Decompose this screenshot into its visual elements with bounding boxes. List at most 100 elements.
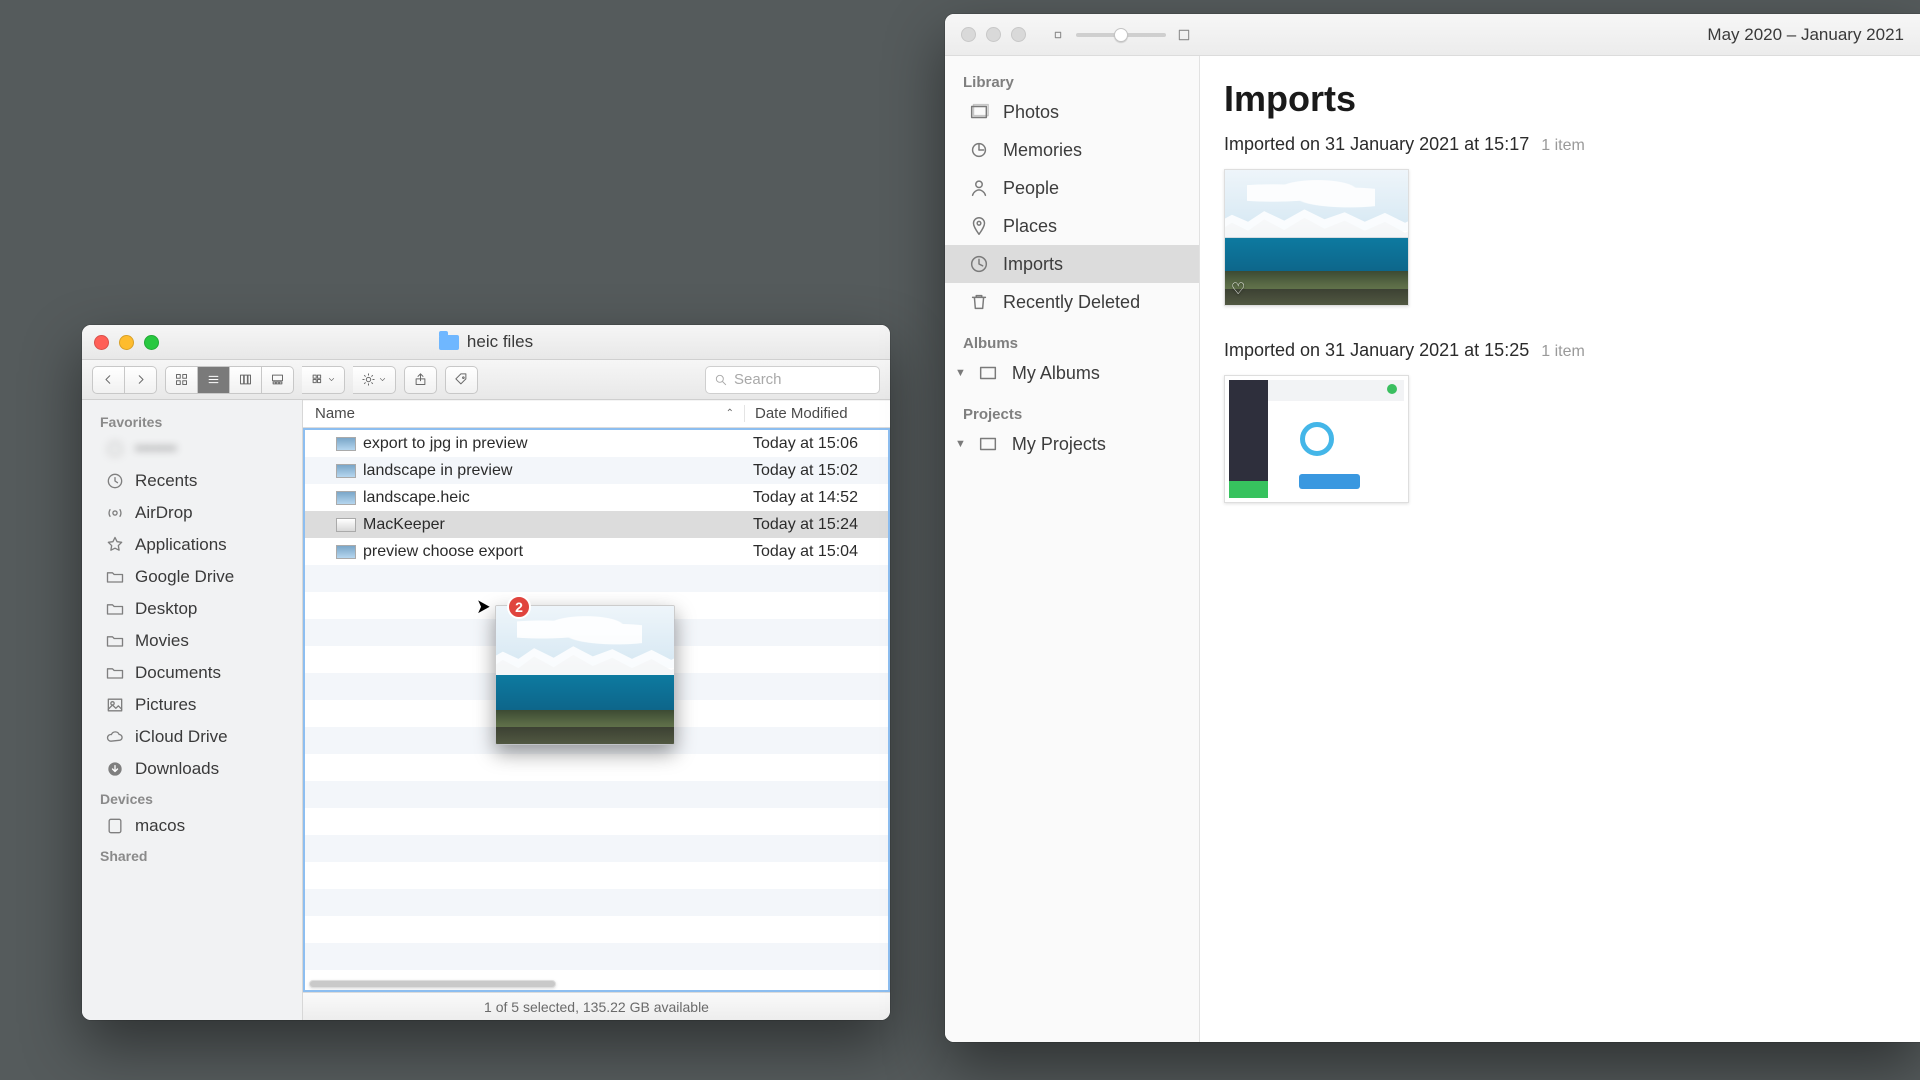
- image-file-icon: [335, 491, 357, 505]
- window-title: heic files: [82, 332, 890, 352]
- minimize-button[interactable]: [986, 27, 1001, 42]
- sidebar-item-airdrop[interactable]: AirDrop: [90, 497, 302, 529]
- photos-sidebar[interactable]: Library Photos Memories People Places Im…: [945, 56, 1200, 1042]
- sidebar-item-applications[interactable]: Applications: [90, 529, 302, 561]
- sidebar-item-desktop[interactable]: Desktop: [90, 593, 302, 625]
- file-row[interactable]: landscape.heic Today at 14:52: [305, 484, 888, 511]
- sidebar-item-myprojects[interactable]: ▼ My Projects: [945, 425, 1199, 463]
- file-name: MacKeeper: [363, 516, 743, 534]
- favorite-icon[interactable]: ♡: [1231, 279, 1245, 299]
- zoom-button[interactable]: [144, 335, 159, 350]
- column-date-label: Date Modified: [755, 405, 848, 422]
- sidebar-item-pictures[interactable]: Pictures: [90, 689, 302, 721]
- close-button[interactable]: [94, 335, 109, 350]
- sidebar-item-label: Movies: [135, 631, 189, 651]
- folder-icon: [104, 566, 126, 588]
- applications-icon: [104, 534, 126, 556]
- column-name[interactable]: Name ⌃: [303, 405, 745, 422]
- downloads-icon: [104, 758, 126, 780]
- favorites-header: Favorites: [90, 408, 302, 433]
- folder-icon: [104, 630, 126, 652]
- places-icon: [967, 214, 991, 238]
- view-gallery-button[interactable]: [262, 366, 294, 394]
- disk-icon: [104, 815, 126, 837]
- sidebar-item-people[interactable]: People: [945, 169, 1199, 207]
- image-file-icon: [335, 518, 357, 532]
- image-file-icon: [335, 437, 357, 451]
- finder-body: Favorites ••••••• Recents AirDrop Applic…: [82, 400, 890, 1020]
- photo-thumbnail[interactable]: ♡: [1224, 169, 1409, 306]
- close-button[interactable]: [961, 27, 976, 42]
- sidebar-item-recently-deleted[interactable]: Recently Deleted: [945, 283, 1199, 321]
- sidebar-item-documents[interactable]: Documents: [90, 657, 302, 689]
- disclosure-triangle-icon[interactable]: ▼: [955, 438, 966, 450]
- albums-header: Albums: [945, 331, 1199, 354]
- sidebar-item-label: Imports: [1003, 254, 1063, 275]
- file-list[interactable]: export to jpg in preview Today at 15:06 …: [303, 428, 890, 992]
- file-row[interactable]: landscape in preview Today at 15:02: [305, 457, 888, 484]
- sidebar-item-googledrive[interactable]: Google Drive: [90, 561, 302, 593]
- traffic-lights: [94, 335, 159, 350]
- arrange-button[interactable]: [302, 366, 345, 394]
- disclosure-triangle-icon[interactable]: ▼: [955, 367, 966, 379]
- file-row[interactable]: export to jpg in preview Today at 15:06: [305, 430, 888, 457]
- minimize-button[interactable]: [119, 335, 134, 350]
- empty-row: [305, 592, 888, 619]
- sidebar-item-macos[interactable]: macos: [90, 810, 302, 842]
- scrollbar-thumb[interactable]: [309, 980, 556, 988]
- sidebar-item-icloud[interactable]: iCloud Drive: [90, 721, 302, 753]
- file-row[interactable]: preview choose export Today at 15:04: [305, 538, 888, 565]
- file-date: Today at 15:02: [743, 462, 888, 480]
- file-date: Today at 15:06: [743, 435, 888, 453]
- view-icon-button[interactable]: [165, 366, 198, 394]
- finder-window: heic files Search Favorites: [82, 325, 890, 1020]
- column-date[interactable]: Date Modified: [745, 405, 890, 422]
- finder-titlebar[interactable]: heic files: [82, 325, 890, 360]
- sidebar-item-label: My Projects: [1012, 434, 1106, 455]
- folder-icon: [104, 598, 126, 620]
- zoom-large-icon: [1176, 27, 1192, 43]
- tags-button[interactable]: [445, 366, 478, 394]
- section-label: Imported on 31 January 2021 at 15:25: [1224, 340, 1529, 361]
- sidebar-item-label: Desktop: [135, 599, 197, 619]
- imports-icon: [967, 252, 991, 276]
- sidebar-item-blurred[interactable]: •••••••: [90, 433, 302, 465]
- finder-sidebar[interactable]: Favorites ••••••• Recents AirDrop Applic…: [82, 400, 303, 1020]
- section-count: 1 item: [1541, 343, 1585, 361]
- sidebar-item-downloads[interactable]: Downloads: [90, 753, 302, 785]
- photo-thumbnail[interactable]: [1224, 375, 1409, 503]
- zoom-button[interactable]: [1011, 27, 1026, 42]
- horizontal-scrollbar[interactable]: [309, 980, 884, 988]
- photos-content[interactable]: Imports Imported on 31 January 2021 at 1…: [1200, 56, 1920, 1042]
- sidebar-item-label: Documents: [135, 663, 221, 683]
- sidebar-item-photos[interactable]: Photos: [945, 93, 1199, 131]
- view-list-button[interactable]: [198, 366, 230, 394]
- sidebar-item-movies[interactable]: Movies: [90, 625, 302, 657]
- forward-button[interactable]: [125, 366, 157, 394]
- album-icon: [976, 361, 1000, 385]
- file-name: preview choose export: [363, 543, 743, 561]
- sidebar-item-recents[interactable]: Recents: [90, 465, 302, 497]
- search-field[interactable]: Search: [705, 366, 880, 394]
- sidebar-item-label: Applications: [135, 535, 227, 555]
- sidebar-item-memories[interactable]: Memories: [945, 131, 1199, 169]
- folder-icon: [439, 335, 459, 350]
- file-name: export to jpg in preview: [363, 435, 743, 453]
- action-button[interactable]: [353, 366, 396, 394]
- search-placeholder: Search: [734, 371, 782, 388]
- photos-titlebar[interactable]: May 2020 – January 2021: [945, 14, 1920, 56]
- photos-body: Library Photos Memories People Places Im…: [945, 56, 1920, 1042]
- sidebar-item-imports[interactable]: Imports: [945, 245, 1199, 283]
- shared-header: Shared: [90, 842, 302, 867]
- empty-row: [305, 673, 888, 700]
- sidebar-item-myalbums[interactable]: ▼ My Albums: [945, 354, 1199, 392]
- sidebar-item-label: Places: [1003, 216, 1057, 237]
- zoom-slider[interactable]: [1076, 33, 1166, 37]
- back-button[interactable]: [92, 366, 125, 394]
- share-button[interactable]: [404, 366, 437, 394]
- file-row[interactable]: MacKeeper Today at 15:24: [305, 511, 888, 538]
- sidebar-item-label: iCloud Drive: [135, 727, 228, 747]
- sidebar-item-places[interactable]: Places: [945, 207, 1199, 245]
- zoom-slider-knob[interactable]: [1114, 28, 1128, 42]
- view-column-button[interactable]: [230, 366, 262, 394]
